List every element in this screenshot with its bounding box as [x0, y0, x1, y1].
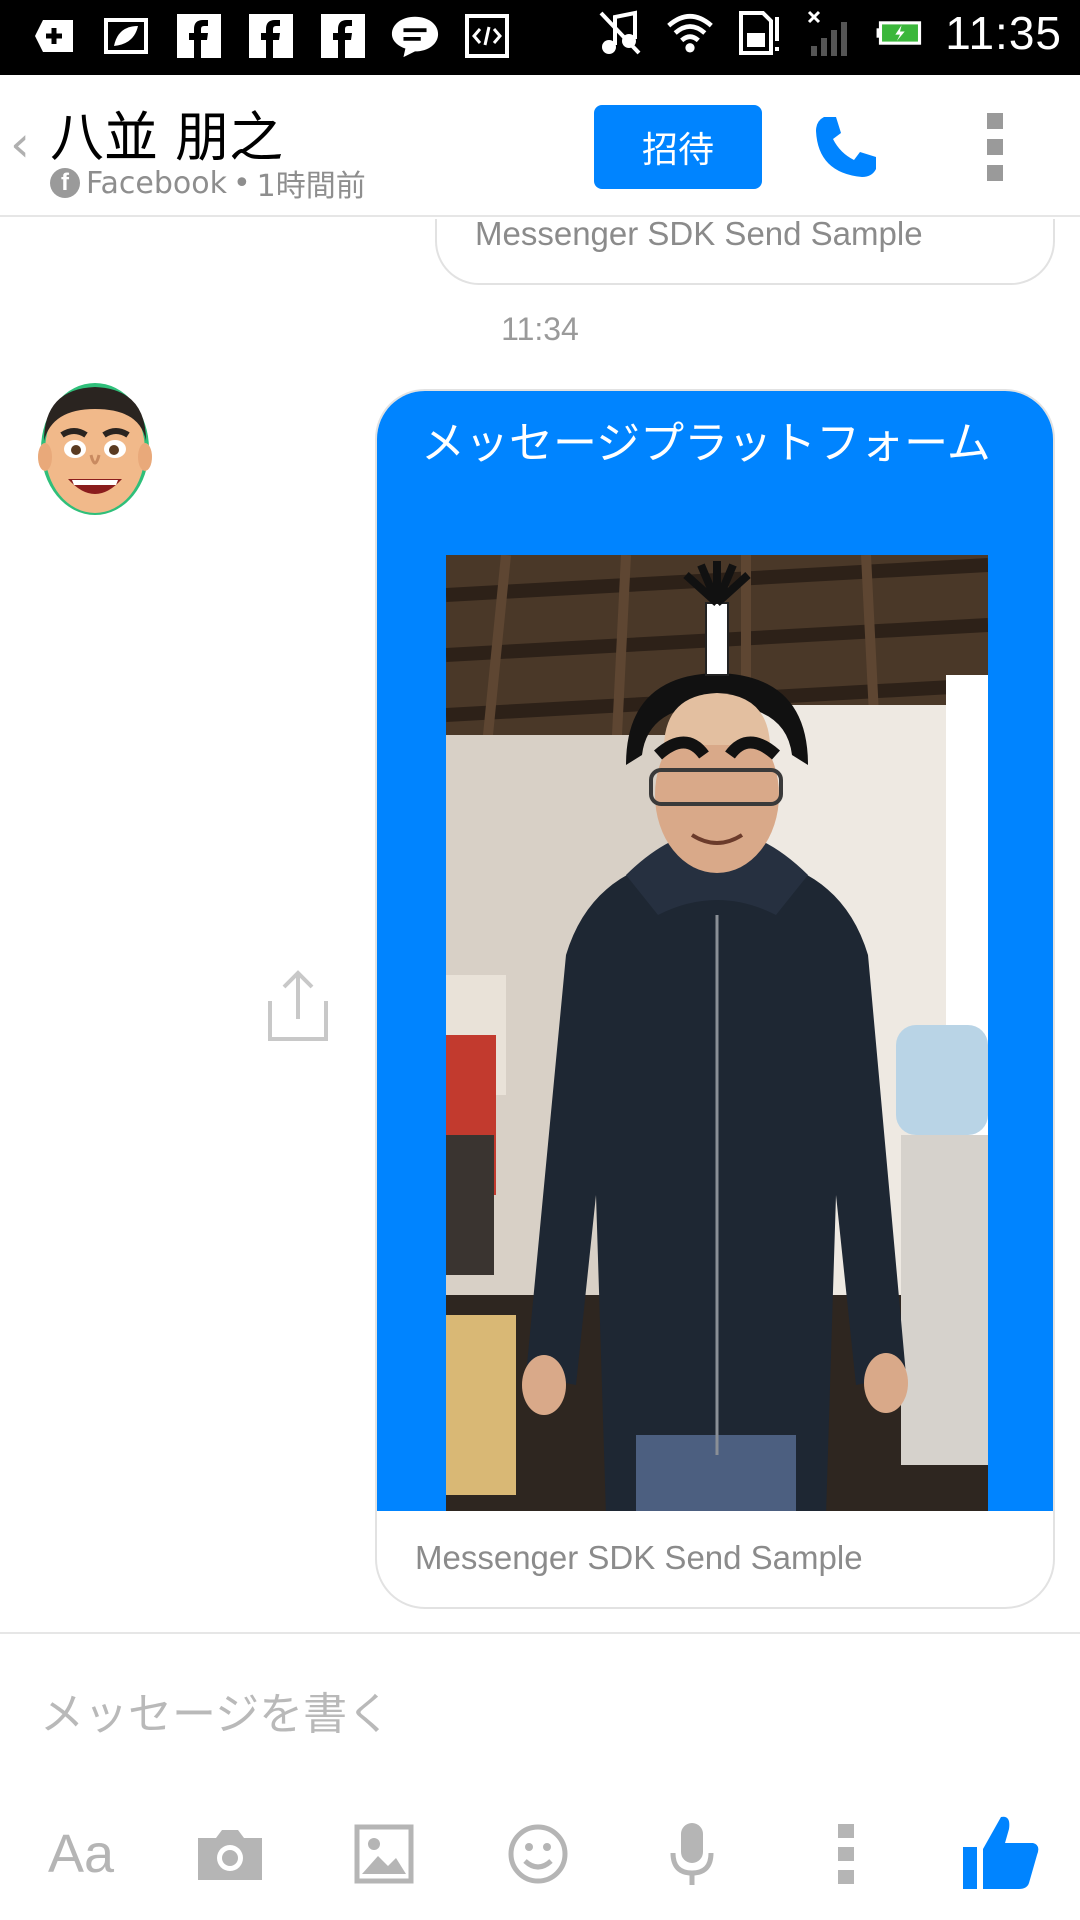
- text-format-button[interactable]: Aa: [36, 1814, 126, 1894]
- status-bar: 11:35: [0, 0, 1080, 75]
- composer-toolbar: Aa: [0, 1804, 1080, 1904]
- previous-share-card[interactable]: Messenger SDK Send Sample: [435, 219, 1055, 285]
- phone-icon[interactable]: [810, 111, 882, 183]
- add-notification-icon: [30, 10, 80, 62]
- wifi-icon: [665, 7, 715, 59]
- message-input[interactable]: [40, 1674, 1040, 1754]
- system-icons: 11:35: [595, 6, 1062, 60]
- facebook-icon: f: [50, 168, 80, 198]
- avatar[interactable]: [36, 379, 154, 519]
- facebook-notification-icon: [246, 10, 296, 62]
- facebook-notification-icon: [174, 10, 224, 62]
- status-separator: •: [232, 165, 251, 201]
- timestamp-text: 11:34: [501, 311, 579, 347]
- message-body: メッセージプラットフォーム: [377, 391, 1053, 1511]
- notification-icons: [30, 10, 512, 62]
- code-icon: [462, 10, 512, 62]
- message-list[interactable]: Messenger SDK Send Sample 11:34 メッセージプラッ…: [0, 219, 1080, 1632]
- microphone-icon[interactable]: [652, 1814, 732, 1894]
- emoji-icon[interactable]: [498, 1814, 578, 1894]
- last-active-time: 1時間前: [256, 169, 366, 204]
- battery-charging-icon: [875, 7, 925, 59]
- previous-card-caption: Messenger SDK Send Sample: [475, 219, 923, 252]
- invite-button[interactable]: 招待: [594, 105, 762, 189]
- chat-bubble-icon: [390, 10, 440, 62]
- message-photo[interactable]: [446, 555, 988, 1511]
- contact-source: Facebook: [86, 165, 227, 201]
- message-text: メッセージプラットフォーム: [421, 418, 991, 469]
- facebook-notification-icon: [318, 10, 368, 62]
- more-options-icon[interactable]: [806, 1814, 886, 1894]
- message-timestamp: 11:34: [0, 311, 1080, 348]
- text-format-label: Aa: [47, 1824, 115, 1884]
- composer: Aa: [0, 1632, 1080, 1920]
- sim-alert-icon: [735, 7, 785, 59]
- chevron-left-icon[interactable]: ‹: [10, 115, 30, 173]
- contact-status: f Facebook • 1時間前: [50, 161, 366, 205]
- message-caption[interactable]: Messenger SDK Send Sample: [415, 1539, 863, 1577]
- more-vertical-icon[interactable]: [985, 113, 1005, 181]
- share-icon[interactable]: [266, 967, 330, 1043]
- signal-icon: [805, 7, 855, 59]
- like-icon[interactable]: [956, 1806, 1046, 1896]
- status-time: 11:35: [945, 7, 1062, 59]
- camera-icon[interactable]: [190, 1814, 270, 1894]
- gallery-icon[interactable]: [344, 1814, 424, 1894]
- battery-saver-icon: [102, 10, 152, 62]
- music-off-icon: [595, 7, 645, 59]
- conversation-header: ‹ 八並 朋之 f Facebook • 1時間前 招待: [0, 75, 1080, 217]
- sent-message-bubble[interactable]: メッセージプラットフォーム Messenger SDK Send Sample: [375, 389, 1055, 1609]
